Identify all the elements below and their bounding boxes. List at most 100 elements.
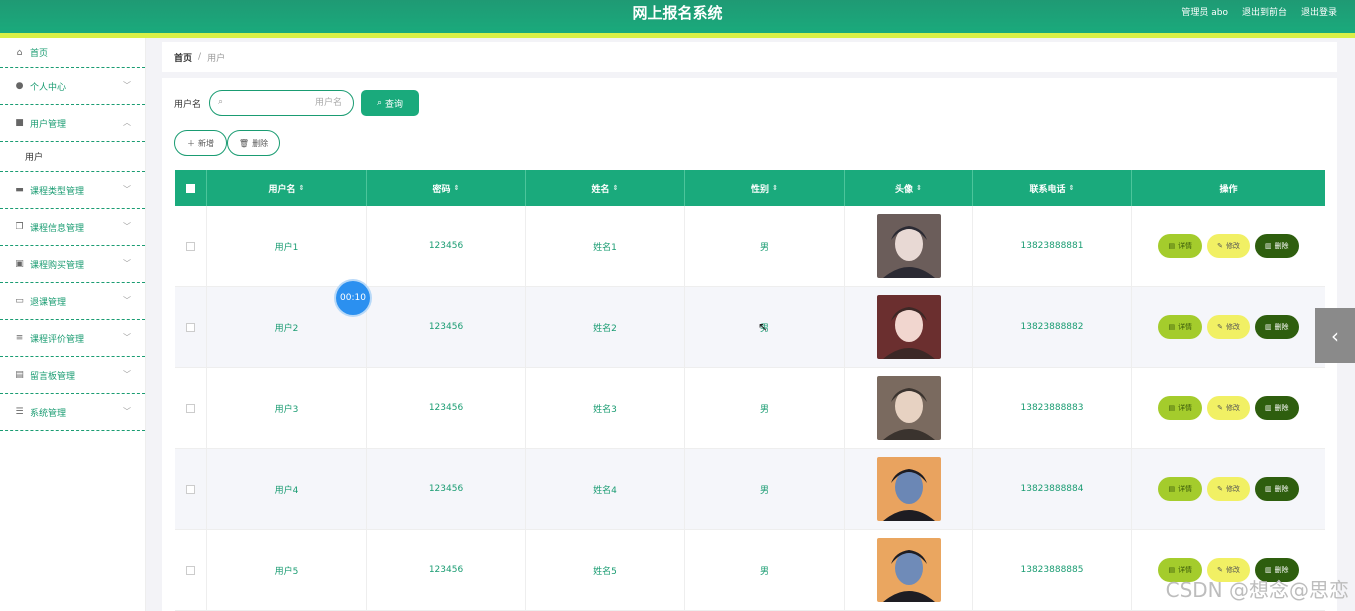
col-password-label: 密码 [432, 184, 451, 195]
chevron-down-icon[interactable]: ﹀ [123, 80, 131, 91]
collapse-panel-handle[interactable]: ‹ [1315, 308, 1355, 363]
detail-button[interactable]: ▤ 详情 [1158, 234, 1203, 258]
delete-button[interactable]: ▥ 删除 [1254, 315, 1299, 339]
trash-icon: 🗑 [238, 138, 250, 148]
sidebar-item[interactable]: ■ 用户管理 ︿ [0, 105, 145, 142]
sidebar-item-label: 留言板管理 [30, 371, 76, 382]
sort-icon[interactable]: ⇕ [1069, 184, 1075, 192]
chevron-up-icon[interactable]: ︿ [123, 117, 131, 128]
breadcrumb-separator: / [198, 52, 202, 62]
sidebar-item-label: 个人中心 [30, 82, 67, 93]
chat-icon: ▬ [15, 185, 24, 195]
col-gender[interactable]: 性别 ⇕ [685, 170, 845, 206]
cell-phone: 13823888883 [973, 368, 1132, 448]
sort-icon[interactable]: ⇕ [454, 184, 460, 192]
sort-icon[interactable]: ⇕ [613, 184, 619, 192]
chevron-down-icon[interactable]: ﹀ [123, 184, 131, 195]
cell-name: 姓名3 [526, 368, 685, 448]
col-username[interactable]: 用户名 ⇕ [207, 170, 367, 206]
cell-gender: 男 [685, 368, 845, 448]
sidebar: ⌂ 首页 ● 个人中心 ﹀ ■ 用户管理 ︿ 用户 ▬ 课程类型管理 ﹀ ❐ 课程信息管理 ﹀ ▣ 课程购买管理… [0, 38, 146, 611]
row-checkbox[interactable] [186, 403, 195, 413]
col-avatar[interactable]: 头像 ⇕ [845, 170, 973, 206]
sidebar-item-label: 退课管理 [30, 297, 67, 308]
chevron-down-icon[interactable]: ﹀ [123, 369, 131, 380]
query-button[interactable]: ⌕ 查询 [361, 90, 420, 116]
col-name[interactable]: 姓名 ⇕ [526, 170, 685, 206]
briefcase-icon: ▤ [15, 370, 24, 380]
chevron-down-icon[interactable]: ﹀ [123, 332, 131, 343]
row-select-cell [175, 530, 207, 610]
mouse-cursor-icon: ↖ [758, 320, 769, 334]
edit-button-label: 修改 [1225, 323, 1240, 331]
search-label: 用户名 [174, 99, 202, 110]
recording-timer-badge[interactable]: 00:10 [336, 281, 370, 315]
row-checkbox[interactable] [186, 484, 195, 494]
sort-icon[interactable]: ⇕ [916, 184, 922, 192]
table-body: 用户1 123456 姓名1 男 13823888881 ▤ 详情 ✎ 修改 ▥ 删除 用户2 1234… [175, 206, 1325, 611]
chevron-down-icon[interactable]: ﹀ [123, 406, 131, 417]
sidebar-item[interactable]: ≡ 课程评价管理 ﹀ [0, 320, 145, 357]
row-checkbox[interactable] [186, 241, 195, 251]
sidebar-item[interactable]: ☰ 系统管理 ﹀ [0, 394, 145, 431]
delete-button[interactable]: ▥ 删除 [1254, 477, 1299, 501]
sort-icon[interactable]: ⇕ [299, 184, 305, 192]
row-checkbox[interactable] [186, 322, 195, 332]
edit-button[interactable]: ✎ 修改 [1207, 477, 1250, 501]
back-to-frontend-link[interactable]: 退出到前台 [1242, 5, 1287, 18]
chevron-down-icon[interactable]: ﹀ [123, 221, 131, 232]
edit-button[interactable]: ✎ 修改 [1207, 396, 1250, 420]
search-icon: ⌕ [218, 97, 224, 107]
edit-button[interactable]: ✎ 修改 [1207, 315, 1250, 339]
col-phone[interactable]: 联系电话 ⇕ [973, 170, 1132, 206]
batch-delete-button[interactable]: 🗑 删除 [227, 130, 280, 156]
document-icon: ▤ [1168, 404, 1176, 412]
delete-button[interactable]: ▥ 删除 [1254, 396, 1299, 420]
admin-user-label: 管理员 abo [1181, 8, 1228, 18]
sort-icon[interactable]: ⇕ [772, 184, 778, 192]
pencil-icon: ✎ [1217, 323, 1223, 331]
search-box[interactable]: ⌕ [209, 90, 355, 116]
edit-button[interactable]: ✎ 修改 [1207, 234, 1250, 258]
clipboard-icon: ▣ [15, 259, 24, 269]
sidebar-item[interactable]: ▭ 退课管理 ﹀ [0, 283, 145, 320]
sidebar-item-label: 首页 [30, 49, 49, 59]
sidebar-item-label: 课程信息管理 [30, 223, 85, 234]
detail-button[interactable]: ▤ 详情 [1158, 315, 1203, 339]
detail-button[interactable]: ▤ 详情 [1158, 396, 1203, 420]
chevron-down-icon[interactable]: ﹀ [123, 295, 131, 306]
sidebar-subitem-user[interactable]: 用户 [0, 142, 145, 172]
cell-avatar [845, 287, 973, 367]
username-search-input[interactable] [232, 95, 343, 111]
trash-icon: ▥ [1264, 323, 1272, 331]
table-row: 用户1 123456 姓名1 男 13823888881 ▤ 详情 ✎ 修改 ▥ 删除 [175, 206, 1325, 287]
plus-icon: ＋ [187, 138, 195, 148]
delete-button[interactable]: ▥ 删除 [1254, 234, 1299, 258]
breadcrumb-home[interactable]: 首页 [174, 51, 192, 64]
cell-name: 姓名2 [526, 287, 685, 367]
sidebar-item[interactable]: ● 个人中心 ﹀ [0, 68, 145, 105]
cell-gender: 男 [685, 206, 845, 286]
detail-button[interactable]: ▤ 详情 [1158, 477, 1203, 501]
sidebar-item[interactable]: ❐ 课程信息管理 ﹀ [0, 209, 145, 246]
users-icon: ■ [15, 118, 24, 128]
col-phone-label: 联系电话 [1029, 184, 1066, 195]
cell-username: 用户5 [207, 530, 367, 610]
sidebar-item[interactable]: ▣ 课程购买管理 ﹀ [0, 246, 145, 283]
sidebar-item[interactable]: ▤ 留言板管理 ﹀ [0, 357, 145, 394]
row-checkbox[interactable] [186, 565, 195, 575]
select-all-checkbox[interactable] [186, 183, 195, 193]
add-button[interactable]: ＋ 新增 [174, 130, 227, 156]
chevron-down-icon[interactable]: ﹀ [123, 258, 131, 269]
sidebar-item[interactable]: ⌂ 首页 [0, 38, 145, 68]
logout-link[interactable]: 退出登录 [1301, 5, 1337, 18]
pencil-icon: ✎ [1217, 485, 1223, 493]
home-icon: ⌂ [16, 47, 23, 58]
action-row: ＋ 新增 🗑 删除 [174, 130, 280, 156]
sidebar-item[interactable]: ▬ 课程类型管理 ﹀ [0, 172, 145, 209]
trash-icon: ▥ [1264, 404, 1272, 412]
detail-button-label: 详情 [1178, 242, 1193, 250]
delete-button-label: 删除 [1274, 242, 1289, 250]
cell-name: 姓名1 [526, 206, 685, 286]
col-password[interactable]: 密码 ⇕ [367, 170, 526, 206]
